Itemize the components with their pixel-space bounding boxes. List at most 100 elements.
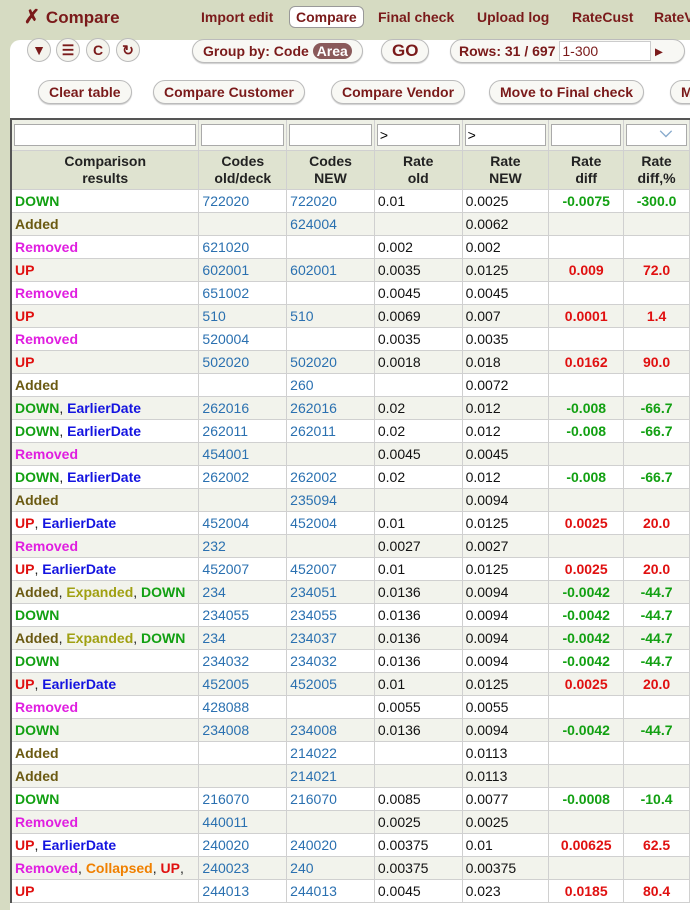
results-filter-select[interactable] [14,124,197,146]
column-filter-input[interactable] [551,124,622,146]
code-old[interactable] [198,212,288,236]
column-filter-input[interactable] [626,124,687,146]
group-area[interactable]: Area [312,43,352,59]
code-new[interactable] [286,442,375,466]
code-old[interactable]: 234008 [198,718,288,742]
code-old[interactable]: 216070 [198,787,288,811]
table-row[interactable]: Added 235094 0.0094 [10,488,690,512]
column-header[interactable]: Rate old [373,150,463,190]
code-new[interactable] [286,810,375,834]
code-new[interactable]: 262002 [286,465,375,489]
clear-filter-icon[interactable]: ▼ [27,38,51,62]
code-new[interactable]: 452007 [286,557,375,581]
tab-ratev[interactable]: RateV [654,9,690,25]
table-row[interactable]: Removed 440011 0.0025 0.0025 [10,810,690,834]
tab-upload-log[interactable]: Upload log [477,9,549,25]
code-new[interactable]: 510 [286,304,375,328]
code-old[interactable]: 454001 [198,442,288,466]
column-header[interactable]: Codes old/deck [198,150,288,190]
code-new[interactable]: 240 [286,856,375,880]
table-row[interactable]: Added, Expanded, DOWN 234 234051 0.0136 0.00… [10,580,690,604]
table-row[interactable]: Removed 651002 0.0045 0.0045 [10,281,690,305]
more-button[interactable]: M [670,80,690,104]
code-old[interactable]: 244013 [198,879,288,903]
code-new[interactable]: 452005 [286,672,375,696]
code-new[interactable]: 235094 [286,488,375,512]
table-row[interactable]: Removed 428088 0.0055 0.0055 [10,695,690,719]
code-old[interactable]: 428088 [198,695,288,719]
table-row[interactable]: Added 260 0.0072 [10,373,690,397]
code-old[interactable]: 262016 [198,396,288,420]
code-new[interactable]: 234051 [286,580,375,604]
code-old[interactable]: 452007 [198,557,288,581]
move-final-check-button[interactable]: Move to Final check [489,80,645,104]
table-row[interactable]: DOWN 234008 234008 0.0136 0.0094 -0.0042 -44.7 [10,718,690,742]
code-new[interactable]: 234055 [286,603,375,627]
table-row[interactable]: Removed 520004 0.0035 0.0035 [10,327,690,351]
code-new[interactable]: 234008 [286,718,375,742]
code-old[interactable] [198,373,288,397]
next-page-icon[interactable]: ▸ [655,43,662,59]
code-old[interactable]: 240023 [198,856,288,880]
column-header[interactable]: Rate diff,% [623,150,690,190]
code-old[interactable]: 234055 [198,603,288,627]
column-filter-input[interactable]: > [376,124,460,146]
compare-vendor-button[interactable]: Compare Vendor [331,80,466,104]
code-new[interactable]: 452004 [286,511,375,535]
table-row[interactable]: Removed 454001 0.0045 0.0045 [10,442,690,466]
code-old[interactable] [198,488,288,512]
code-new[interactable]: 234037 [286,626,375,650]
table-row[interactable]: Added 624004 0.0062 [10,212,690,236]
table-row[interactable]: DOWN, EarlierDate 262002 262002 0.02 0.012 -0… [10,465,690,489]
columns-icon[interactable]: ☰ [56,38,80,62]
column-header[interactable]: Rate diff [548,150,625,190]
code-old[interactable]: 452005 [198,672,288,696]
refresh-icon[interactable]: ↻ [116,38,140,62]
code-new[interactable] [286,235,375,259]
group-code[interactable]: Code [274,43,309,59]
chevron-down-icon[interactable]: ⌵ [660,124,672,142]
code-old[interactable]: 520004 [198,327,288,351]
code-old[interactable]: 232 [198,534,288,558]
code-old[interactable]: 234 [198,580,288,604]
table-row[interactable]: UP, EarlierDate 452004 452004 0.01 0.0125 0.0… [10,511,690,535]
column-filter-input[interactable] [201,124,285,146]
table-row[interactable]: DOWN, EarlierDate 262016 262016 0.02 0.012 -0… [10,396,690,420]
code-new[interactable]: 262011 [286,419,375,443]
table-row[interactable]: Added 214021 0.0113 [10,764,690,788]
tab-compare[interactable]: Compare [289,6,364,28]
table-row[interactable]: DOWN 234032 234032 0.0136 0.0094 -0.0042 -44.7 [10,649,690,673]
table-row[interactable]: Removed 621020 0.002 0.002 [10,235,690,259]
table-row[interactable]: Added, Expanded, DOWN 234 234037 0.0136 0.00… [10,626,690,650]
code-new[interactable]: 262016 [286,396,375,420]
code-new[interactable]: 216070 [286,787,375,811]
code-old[interactable]: 651002 [198,281,288,305]
code-old[interactable]: 262011 [198,419,288,443]
tab-final-check[interactable]: Final check [378,9,454,25]
column-filter-input[interactable] [289,124,372,146]
column-header[interactable]: Comparison results [10,150,200,190]
code-new[interactable]: 722020 [286,189,375,213]
code-old[interactable]: 262002 [198,465,288,489]
code-old[interactable]: 440011 [198,810,288,834]
code-new[interactable]: 244013 [286,879,375,903]
table-row[interactable]: UP, EarlierDate 240020 240020 0.00375 0.01 0.… [10,833,690,857]
code-new[interactable]: 234032 [286,649,375,673]
code-new[interactable] [286,327,375,351]
clear-table-button[interactable]: Clear table [38,80,132,104]
code-new[interactable]: 624004 [286,212,375,236]
code-new[interactable]: 260 [286,373,375,397]
code-old[interactable] [198,764,288,788]
code-new[interactable]: 214021 [286,764,375,788]
code-new[interactable]: 602001 [286,258,375,282]
compare-customer-button[interactable]: Compare Customer [153,80,305,104]
code-new[interactable] [286,695,375,719]
table-row[interactable]: DOWN 216070 216070 0.0085 0.0077 -0.0008 -10.4 [10,787,690,811]
code-old[interactable]: 234032 [198,649,288,673]
code-old[interactable] [198,741,288,765]
column-filter-input[interactable]: > [464,124,547,146]
code-new[interactable] [286,534,375,558]
table-row[interactable]: UP 244013 244013 0.0045 0.023 0.0185 80.4 [10,879,690,903]
tab-import-edit[interactable]: Import edit [201,9,273,25]
code-old[interactable]: 234 [198,626,288,650]
